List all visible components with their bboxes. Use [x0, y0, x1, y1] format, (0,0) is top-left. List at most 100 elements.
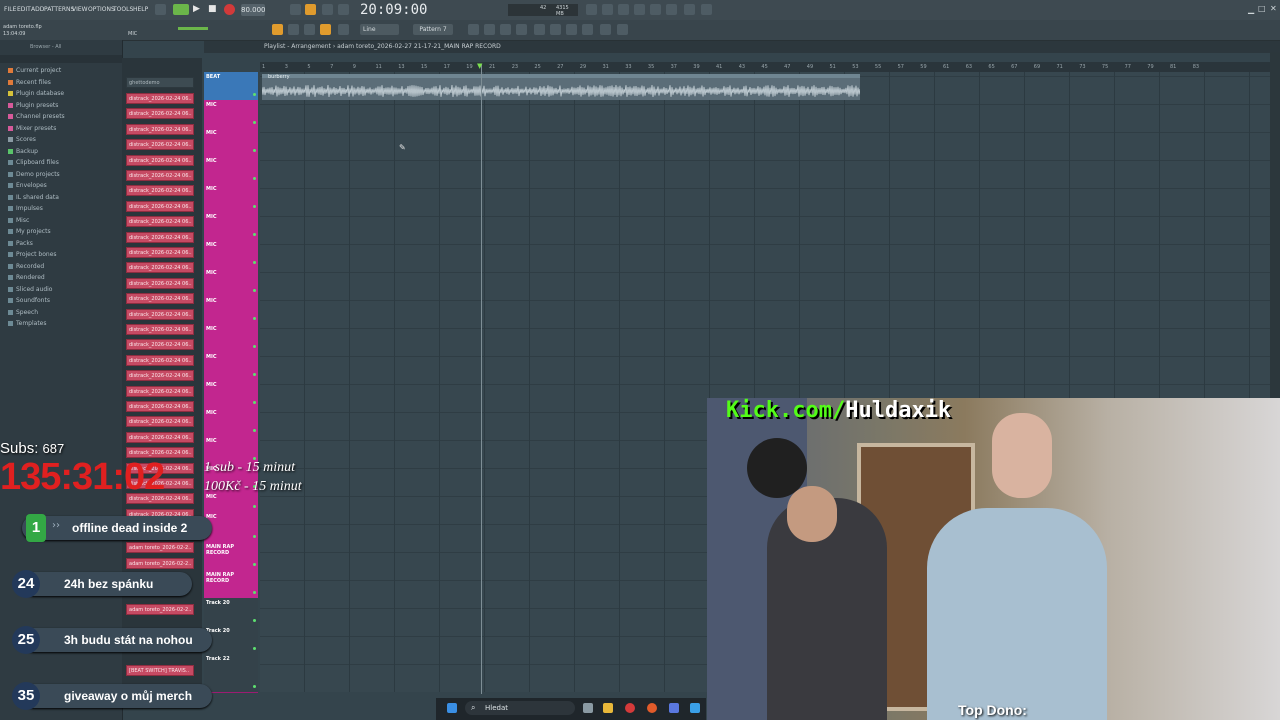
track-header[interactable]: Track 20	[204, 598, 258, 627]
channel-clip[interactable]: distrack_2026-02-24 06..	[126, 370, 194, 382]
channel-clip[interactable]: distrack_2026-02-24 06..	[126, 293, 194, 305]
track-enable-icon[interactable]	[253, 505, 256, 508]
channel-clip[interactable]: distrack_2026-02-24 06..	[126, 324, 194, 335]
master-volume-slider[interactable]	[178, 27, 208, 30]
menu-file[interactable]: FILE	[4, 6, 16, 13]
channel-clip[interactable]: distrack_2026-02-24 06..	[126, 401, 194, 412]
track-enable-icon[interactable]	[253, 535, 256, 538]
close-icon[interactable]: ✕	[1270, 4, 1277, 13]
browser-item[interactable]: Mixer presets	[8, 125, 56, 132]
track-header[interactable]: MIC	[204, 156, 258, 185]
browser-item[interactable]: Current project	[8, 67, 61, 74]
video-icon[interactable]	[617, 24, 628, 35]
track-header[interactable]: MAIN RAP RECORD	[204, 542, 258, 571]
track-header[interactable]: BEAT	[204, 72, 258, 101]
track-enable-icon[interactable]	[253, 647, 256, 650]
channel-clip[interactable]: distrack_2026-02-24 06..	[126, 308, 194, 320]
track-header[interactable]: MIC	[204, 240, 258, 269]
browser-item[interactable]: Plugin database	[8, 90, 64, 97]
menu-help[interactable]: HELP	[133, 6, 148, 13]
menu-patterns[interactable]: PATTERNS	[44, 6, 74, 13]
track-header[interactable]: MIC	[204, 184, 258, 213]
browser-item[interactable]: Sliced audio	[8, 286, 52, 293]
browser-item[interactable]: Rendered	[8, 274, 45, 281]
chat-icon[interactable]	[684, 4, 695, 15]
browser-item[interactable]: Plugin presets	[8, 102, 58, 109]
track-enable-icon[interactable]	[253, 289, 256, 292]
step-edit-icon[interactable]	[305, 4, 316, 15]
channel-clip[interactable]: distrack_2026-02-24 06..	[126, 93, 194, 104]
browser-tool-icon[interactable]	[534, 24, 545, 35]
piano-tool-icon[interactable]	[484, 24, 495, 35]
menu-add[interactable]: ADD	[31, 6, 44, 13]
file-explorer-icon[interactable]	[603, 703, 613, 713]
fl-studio-icon[interactable]	[647, 703, 657, 713]
song-mode-toggle[interactable]	[173, 4, 189, 15]
minimize-icon[interactable]: ▁	[1248, 5, 1254, 14]
browser-item[interactable]: Project bones	[8, 251, 57, 258]
channel-clip[interactable]: distrack_2026-02-24 06..	[126, 416, 194, 428]
snap-selector[interactable]: Line	[360, 24, 399, 35]
rack-tool-icon[interactable]	[516, 24, 527, 35]
playlist-tool-icon[interactable]	[468, 24, 479, 35]
task-view-icon[interactable]	[583, 703, 593, 713]
browser-item[interactable]: Speech	[8, 309, 38, 316]
countdown-icon[interactable]	[322, 4, 333, 15]
track-header[interactable]: MIC	[204, 408, 258, 437]
channel-clip[interactable]: distrack_2026-02-24 06..	[126, 247, 194, 258]
channel-clip[interactable]: ghettodemo	[126, 77, 194, 88]
draw-icon[interactable]	[304, 24, 315, 35]
track-enable-icon[interactable]	[253, 93, 256, 96]
mixer-tool-icon[interactable]	[500, 24, 511, 35]
tempo-display[interactable]: 80.000	[241, 4, 266, 16]
start-icon[interactable]	[447, 703, 457, 713]
track-header[interactable]: MIC	[204, 352, 258, 381]
wrench-icon[interactable]	[566, 24, 577, 35]
browser-item[interactable]: Misc	[8, 217, 29, 224]
opera-icon[interactable]	[625, 703, 635, 713]
channel-clip[interactable]: distrack_2026-02-24 06..	[126, 139, 194, 151]
link-icon[interactable]	[320, 24, 331, 35]
channel-clip[interactable]: distrack_2026-02-24 06..	[126, 185, 194, 197]
channel-clip[interactable]: distrack_2026-02-24 06..	[126, 231, 194, 243]
track-header[interactable]: MIC	[204, 212, 258, 241]
stem-icon[interactable]	[582, 24, 593, 35]
track-header[interactable]: MIC	[204, 268, 258, 297]
playhead[interactable]	[481, 64, 482, 694]
channel-clip[interactable]: distrack_2026-02-24 06..	[126, 154, 194, 166]
pattern-song-icon[interactable]	[155, 4, 166, 15]
channel-clip[interactable]: distrack_2026-02-24 06..	[126, 277, 194, 289]
browser-item[interactable]: Recent files	[8, 79, 51, 86]
channel-clip[interactable]: distrack_2026-02-24 06..	[126, 170, 194, 181]
pattern-selector[interactable]: Pattern 7	[413, 24, 453, 35]
track-enable-icon[interactable]	[253, 317, 256, 320]
browser-item[interactable]: Impulses	[8, 205, 43, 212]
browser-item[interactable]: Packs	[8, 240, 33, 247]
playlist-icon[interactable]	[586, 4, 597, 15]
playhead-marker-icon[interactable]: ▼	[477, 62, 482, 70]
channel-clip[interactable]: distrack_2026-02-24 06..	[126, 108, 194, 120]
plugins-tool-icon[interactable]	[550, 24, 561, 35]
track-enable-icon[interactable]	[253, 261, 256, 264]
track-enable-icon[interactable]	[253, 591, 256, 594]
browser-item[interactable]: My projects	[8, 228, 51, 235]
mixer-icon[interactable]	[618, 4, 629, 15]
menu-options[interactable]: OPTIONS	[88, 6, 115, 13]
browser-item[interactable]: Scores	[8, 136, 36, 143]
browser-item[interactable]: Recorded	[8, 263, 44, 270]
browser-item[interactable]: Envelopes	[8, 182, 47, 189]
track-enable-icon[interactable]	[253, 429, 256, 432]
track-enable-icon[interactable]	[253, 401, 256, 404]
track-header[interactable]: MIC	[204, 100, 258, 129]
channel-clip[interactable]: distrack_2026-02-24 06..	[126, 216, 194, 228]
track-enable-icon[interactable]	[253, 233, 256, 236]
channel-clip[interactable]: distrack_2026-02-24 06..	[126, 385, 194, 397]
arrow-right-icon[interactable]	[288, 24, 299, 35]
channel-clip[interactable]: adam toreto_2026-02-2..	[126, 604, 194, 615]
channel-clip[interactable]: distrack_2026-02-24 06..	[126, 123, 194, 135]
track-header[interactable]: MIC	[204, 380, 258, 409]
channel-clip[interactable]: distrack_2026-02-24 06..	[126, 262, 194, 274]
download-icon[interactable]	[701, 4, 712, 15]
track-header[interactable]: MIC	[204, 324, 258, 353]
track-enable-icon[interactable]	[253, 563, 256, 566]
